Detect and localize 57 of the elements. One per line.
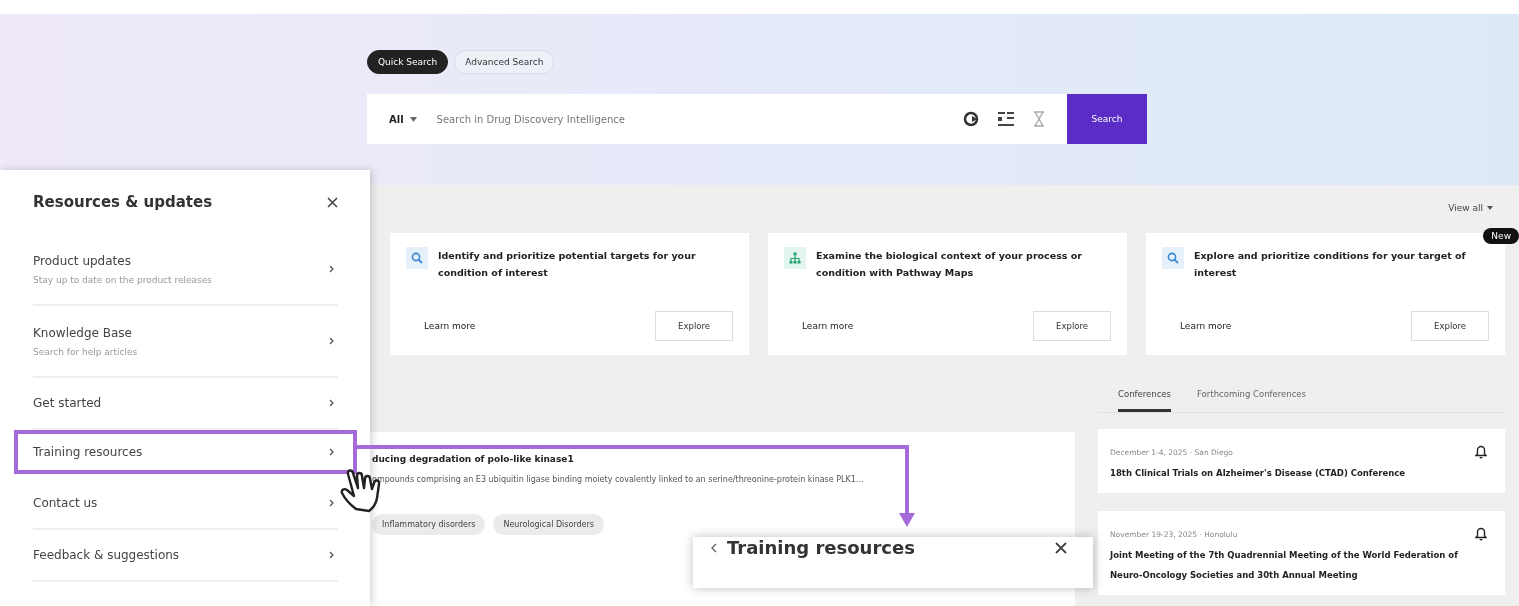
view-all-link[interactable]: View all <box>1448 203 1493 213</box>
popup-title: Training resources <box>727 537 916 558</box>
resource-menu-item[interactable]: Product updates Stay up to date on the product releases <box>33 234 338 306</box>
tag-chip[interactable]: Neurological Disorders <box>493 514 604 535</box>
card-description: Identify and prioritize potential targets for your condition of interest <box>438 249 697 280</box>
explore-button[interactable]: Explore <box>1411 311 1489 341</box>
menu-item-title: Contact us <box>33 496 98 510</box>
tag-chip[interactable]: Inflammatory disorders <box>372 514 486 535</box>
card-description: Explore and prioritize conditions for your target of interest <box>1194 249 1467 280</box>
caret-icon <box>1487 206 1493 210</box>
learn-more-link[interactable]: Learn more <box>802 321 854 331</box>
search-icon <box>406 247 428 269</box>
menu-item-subtitle: Search for help articles <box>33 346 138 357</box>
learn-more-link[interactable]: Learn more <box>424 321 476 331</box>
card-description: Examine the biological context of your process or condition with Pathway Maps <box>816 249 1084 280</box>
panel-title: Resources & updates <box>33 193 213 211</box>
bell-icon[interactable] <box>1475 527 1487 541</box>
close-icon[interactable] <box>1055 541 1067 554</box>
chevron-right-icon <box>329 399 334 407</box>
explore-button[interactable]: Explore <box>1033 311 1111 341</box>
search-mode-tab[interactable]: Advanced Search <box>454 50 555 74</box>
search-field[interactable]: All Search in Drug Discovery Intelligence <box>367 94 1067 144</box>
bell-icon[interactable] <box>1475 445 1487 459</box>
resource-menu-item[interactable]: Get started <box>33 378 338 430</box>
hierarchy-icon <box>784 247 806 269</box>
resource-menu-item[interactable]: Feedback & suggestions <box>33 530 338 582</box>
new-badge: New <box>1483 228 1519 244</box>
search-icon <box>1162 247 1184 269</box>
chevron-right-icon <box>329 337 334 345</box>
grid-icon[interactable] <box>997 111 1015 127</box>
resource-menu-item[interactable]: Training resources <box>14 430 357 474</box>
chevron-right-icon <box>329 448 334 456</box>
conference-title: Joint Meeting of the 7th Quadrennial Meeting of the World Federation of Neuro-Oncology Societies and 30th Annual Meeting <box>1110 549 1459 582</box>
article-title: ducing degradation of polo-like kinase1 <box>372 454 575 464</box>
conference-title: 18th Clinical Trials on Alzheimer's Disease (CTAD) Conference <box>1110 467 1407 480</box>
chevron-right-icon <box>329 551 334 559</box>
search-button[interactable]: Search <box>1067 94 1147 144</box>
menu-item-title: Knowledge Base <box>33 325 133 340</box>
chevron-right-icon <box>329 499 334 507</box>
learn-more-link[interactable]: Learn more <box>1180 321 1232 331</box>
conference-tab[interactable]: Forthcoming Conferences <box>1197 389 1307 412</box>
article-description: ompounds comprising an E3 ubiquitin ligase binding moiety covalently linked to an serine/threonine-protein kinase PLK1... <box>372 475 865 484</box>
resource-menu-item[interactable]: Contact us <box>33 478 338 530</box>
conference-tab[interactable]: Conferences <box>1118 389 1171 412</box>
menu-item-title: Feedback & suggestions <box>33 548 180 562</box>
menu-item-title: Get started <box>33 396 102 410</box>
scope-dropdown[interactable]: All <box>389 113 417 125</box>
menu-item-title: Product updates <box>33 253 132 268</box>
caret-icon <box>409 116 417 122</box>
search-mode-tab[interactable]: Quick Search <box>367 50 449 74</box>
chevron-right-icon <box>329 265 334 273</box>
explore-button[interactable]: Explore <box>655 311 733 341</box>
close-icon[interactable] <box>327 196 338 208</box>
menu-item-subtitle: Stay up to date on the product releases <box>33 274 212 285</box>
back-icon[interactable] <box>711 542 717 553</box>
resource-menu-item[interactable]: Knowledge Base Search for help articles <box>33 306 338 378</box>
menu-item-title: Training resources <box>33 445 143 459</box>
